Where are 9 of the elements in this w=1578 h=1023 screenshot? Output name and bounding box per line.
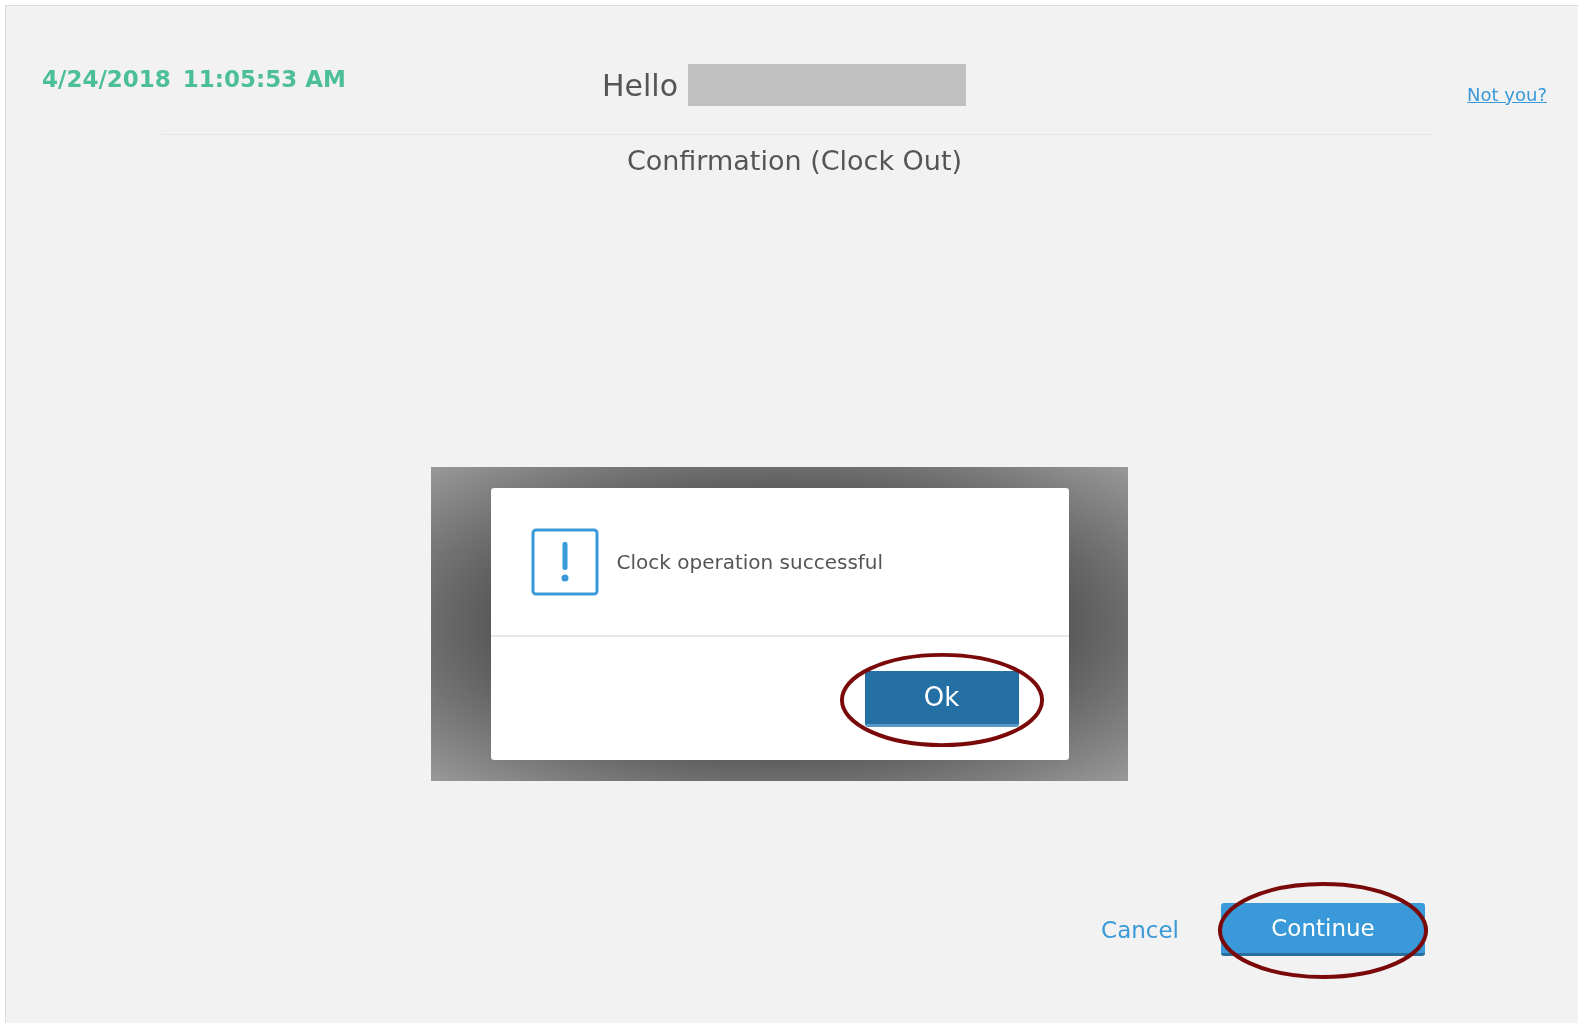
- ok-button[interactable]: Ok: [864, 670, 1019, 727]
- greeting-text: Hello: [602, 67, 679, 103]
- date-text: 4/24/2018: [42, 66, 171, 92]
- cancel-link[interactable]: Cancel: [1101, 916, 1179, 943]
- continue-button[interactable]: Continue: [1221, 903, 1425, 956]
- page-title: Confirmation (Clock Out): [625, 145, 964, 176]
- not-you-link[interactable]: Not you?: [1467, 84, 1547, 105]
- dialog-message: Clock operation successful: [616, 549, 884, 574]
- time-text: 11:05:53 AM: [182, 66, 346, 92]
